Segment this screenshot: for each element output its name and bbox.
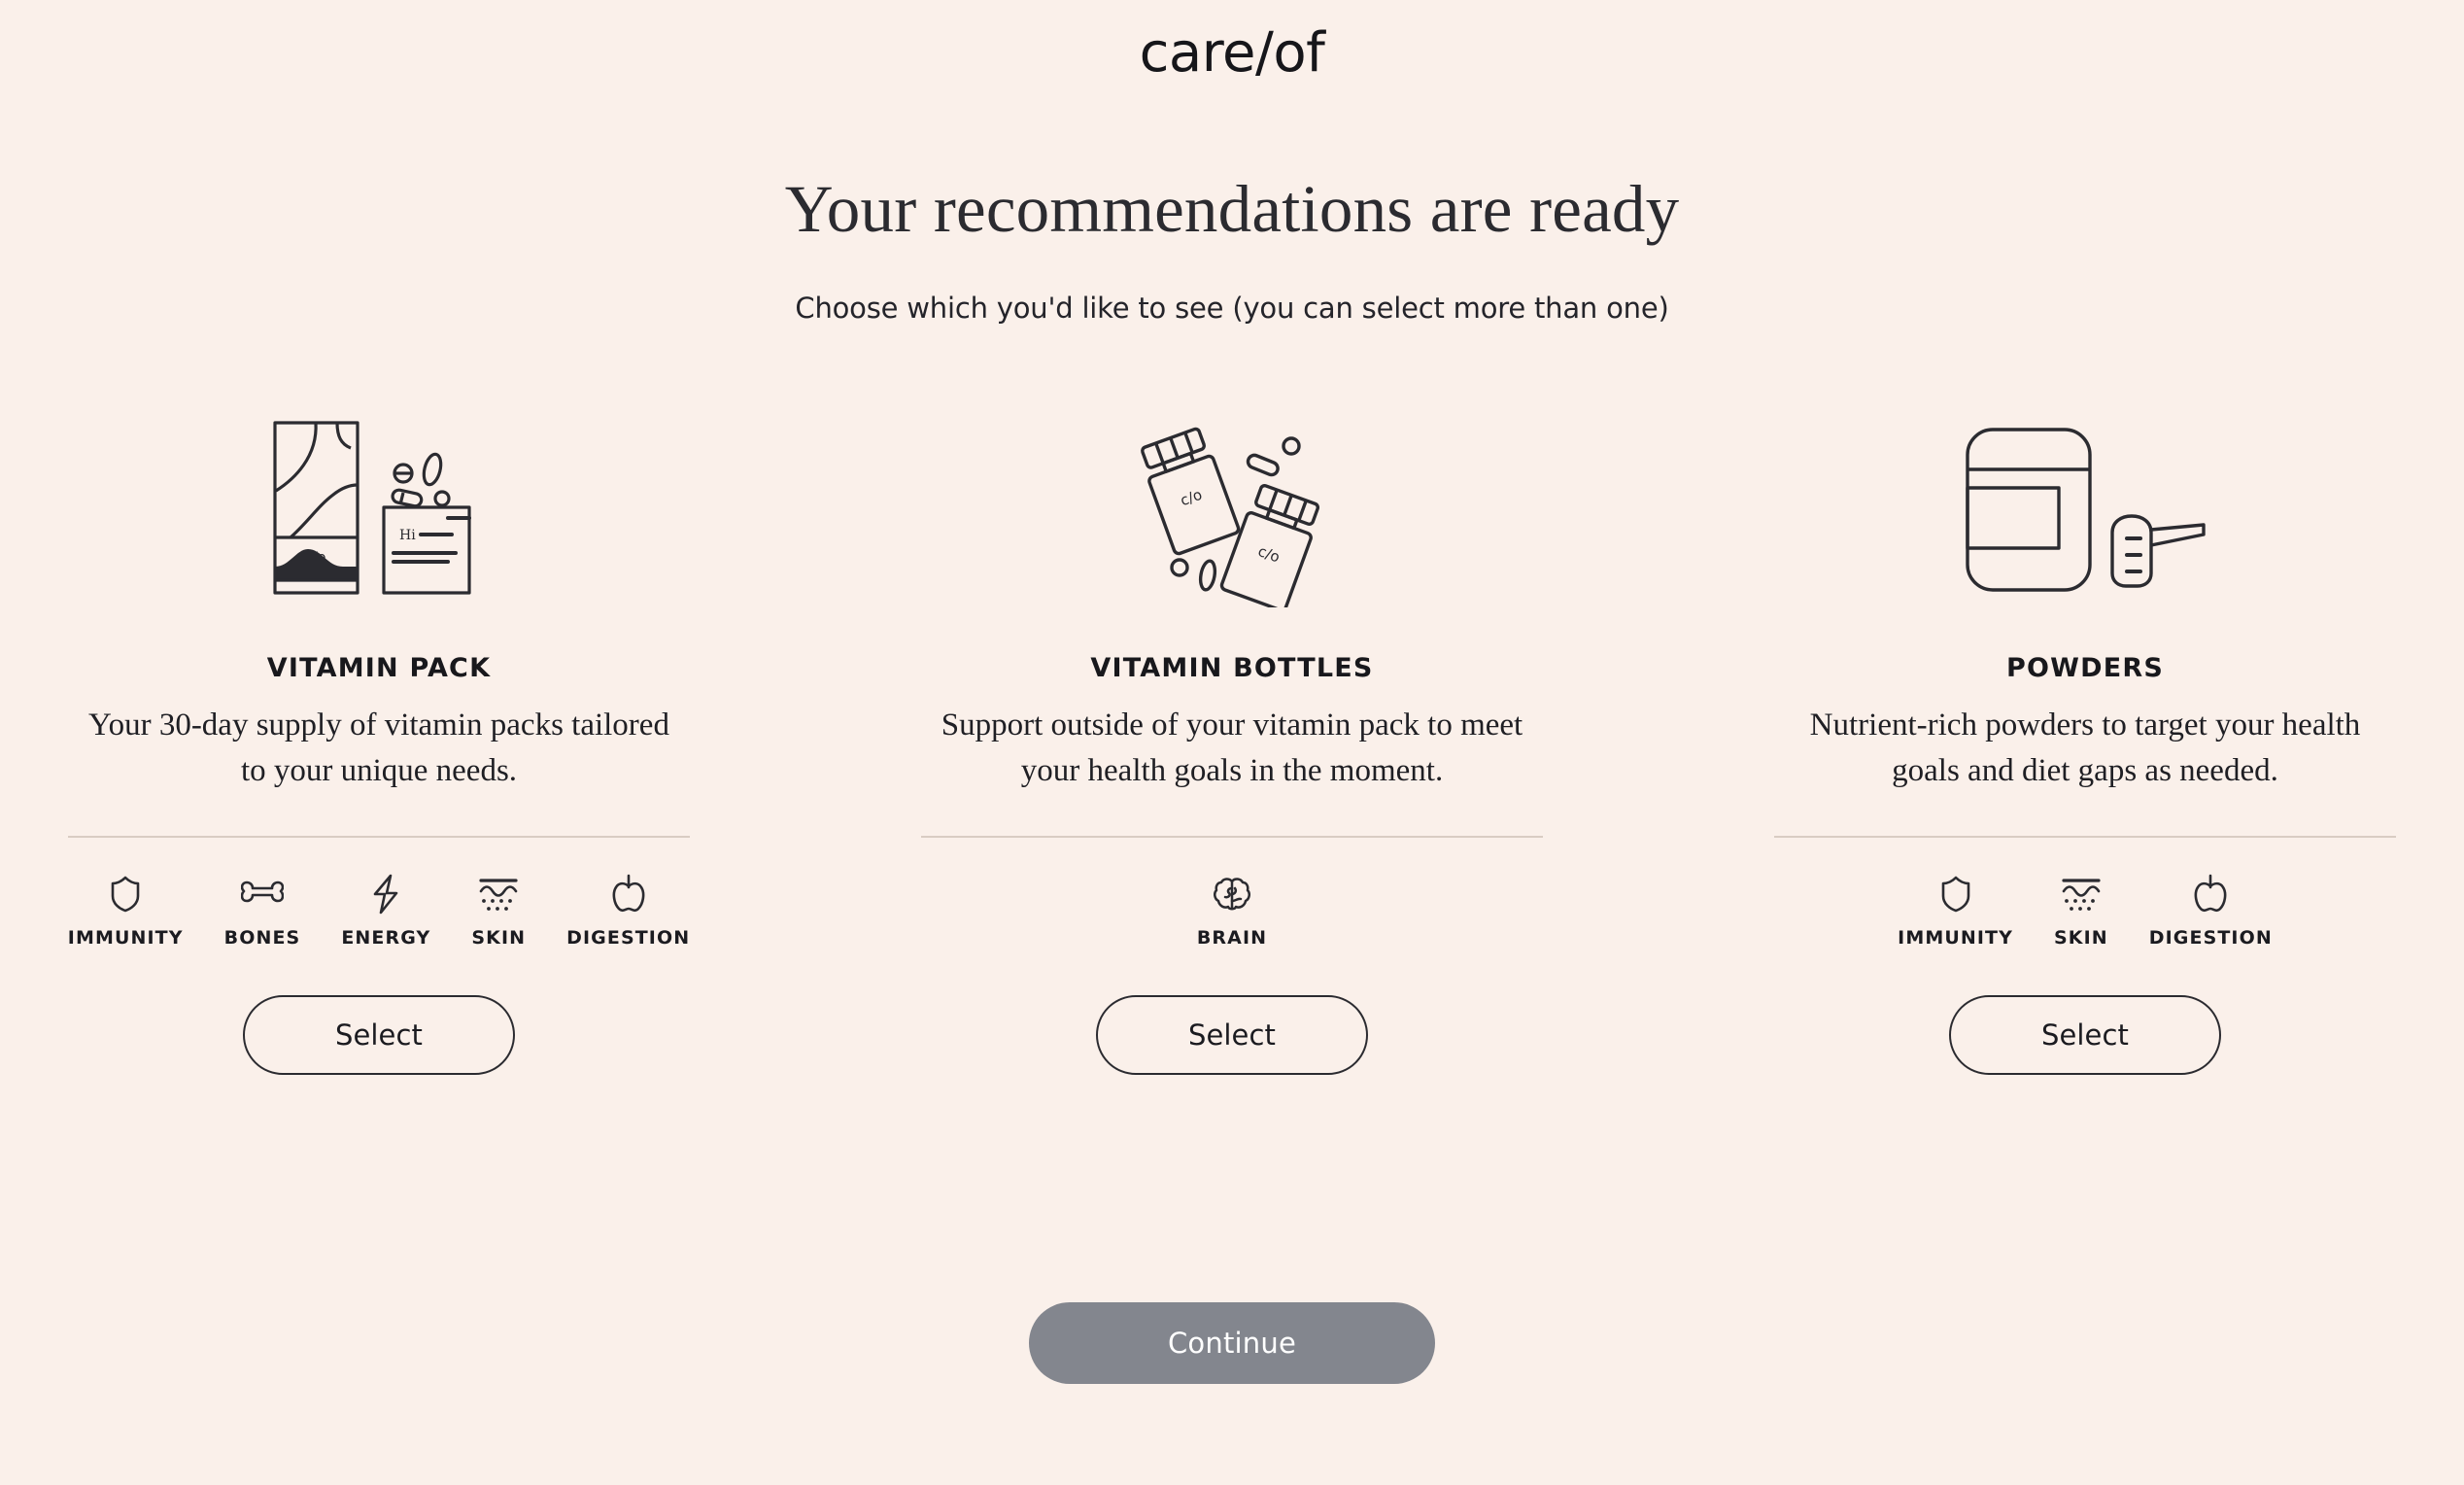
card-title: POWDERS [2005,653,2164,683]
apple-icon [610,873,647,915]
card-title: VITAMIN PACK [266,653,492,683]
card-description: Nutrient-rich powders to target your hea… [1809,708,2361,788]
tag-immunity: IMMUNITY [48,873,204,949]
tag-skin: SKIN [2034,873,2129,949]
card-tags: IMMUNITY BONES ENERGY SKIN DIGESTION [48,873,710,949]
tag-immunity: IMMUNITY [1877,873,2034,949]
tag-energy: ENERGY [321,873,451,949]
bone-icon [240,873,284,915]
select-button-vitamin-bottles[interactable]: Select [1096,994,1368,1075]
svg-text:c/o: c/o [1178,486,1204,510]
tag-label: IMMUNITY [1898,926,2013,949]
careof-logo: care/of [1139,21,1325,85]
card-divider [68,835,690,838]
lightning-bolt-icon [371,873,400,915]
recommendation-cards: c/o Hi [58,408,2406,1075]
brand-header: care/of [0,21,2464,89]
tag-label: SKIN [471,926,527,949]
skin-waves-icon [2060,873,2103,915]
select-button-vitamin-pack[interactable]: Select [243,994,515,1075]
brain-icon [1213,873,1251,915]
page-title: Your recommendations are ready [784,172,1680,246]
card-divider [1774,835,2396,838]
card-powders: POWDERS Nutrient-rich powders to target … [1764,408,2406,1075]
continue-button[interactable]: Continue [1029,1302,1435,1384]
tag-label: DIGESTION [2148,926,2273,949]
vitamin-bottles-illustration: c/o c/o [1120,408,1344,612]
card-vitamin-bottles: c/o c/o VITAMIN BOTTLES Support outside … [911,408,1553,1075]
tag-label: BRAIN [1196,926,1268,949]
card-tags: IMMUNITY SKIN DIGESTION [1877,873,2293,949]
apple-icon [2192,873,2229,915]
tag-bones: BONES [204,873,322,949]
card-description: Your 30-day supply of vitamin packs tail… [88,708,669,788]
recommendations-page: care/of Your recommendations are ready C… [0,0,2464,1485]
tag-digestion: DIGESTION [2129,873,2293,949]
shield-icon [1939,873,1972,915]
powders-illustration [1954,408,2216,612]
tag-label: DIGESTION [566,926,691,949]
card-description: Support outside of your vitamin pack to … [941,708,1523,788]
shield-icon [109,873,142,915]
card-vitamin-pack: c/o Hi [58,408,700,1075]
card-tags: BRAIN [1177,873,1287,949]
skin-waves-icon [477,873,520,915]
tag-label: BONES [223,926,301,949]
tag-digestion: DIGESTION [546,873,710,949]
page-subtitle: Choose which you'd like to see (you can … [795,292,1669,325]
vitamin-pack-illustration: c/o Hi [257,408,500,612]
tag-label: IMMUNITY [67,926,184,949]
tag-brain: BRAIN [1177,873,1287,949]
card-title: VITAMIN BOTTLES [1090,653,1374,683]
tag-label: SKIN [2053,926,2108,949]
svg-text:c/o: c/o [1255,542,1282,567]
tag-label: ENERGY [341,926,431,949]
svg-text:Hi: Hi [399,528,416,543]
footer-actions: Continue [0,1302,2464,1384]
tag-skin: SKIN [451,873,546,949]
select-button-powders[interactable]: Select [1949,994,2221,1075]
card-divider [921,835,1543,838]
